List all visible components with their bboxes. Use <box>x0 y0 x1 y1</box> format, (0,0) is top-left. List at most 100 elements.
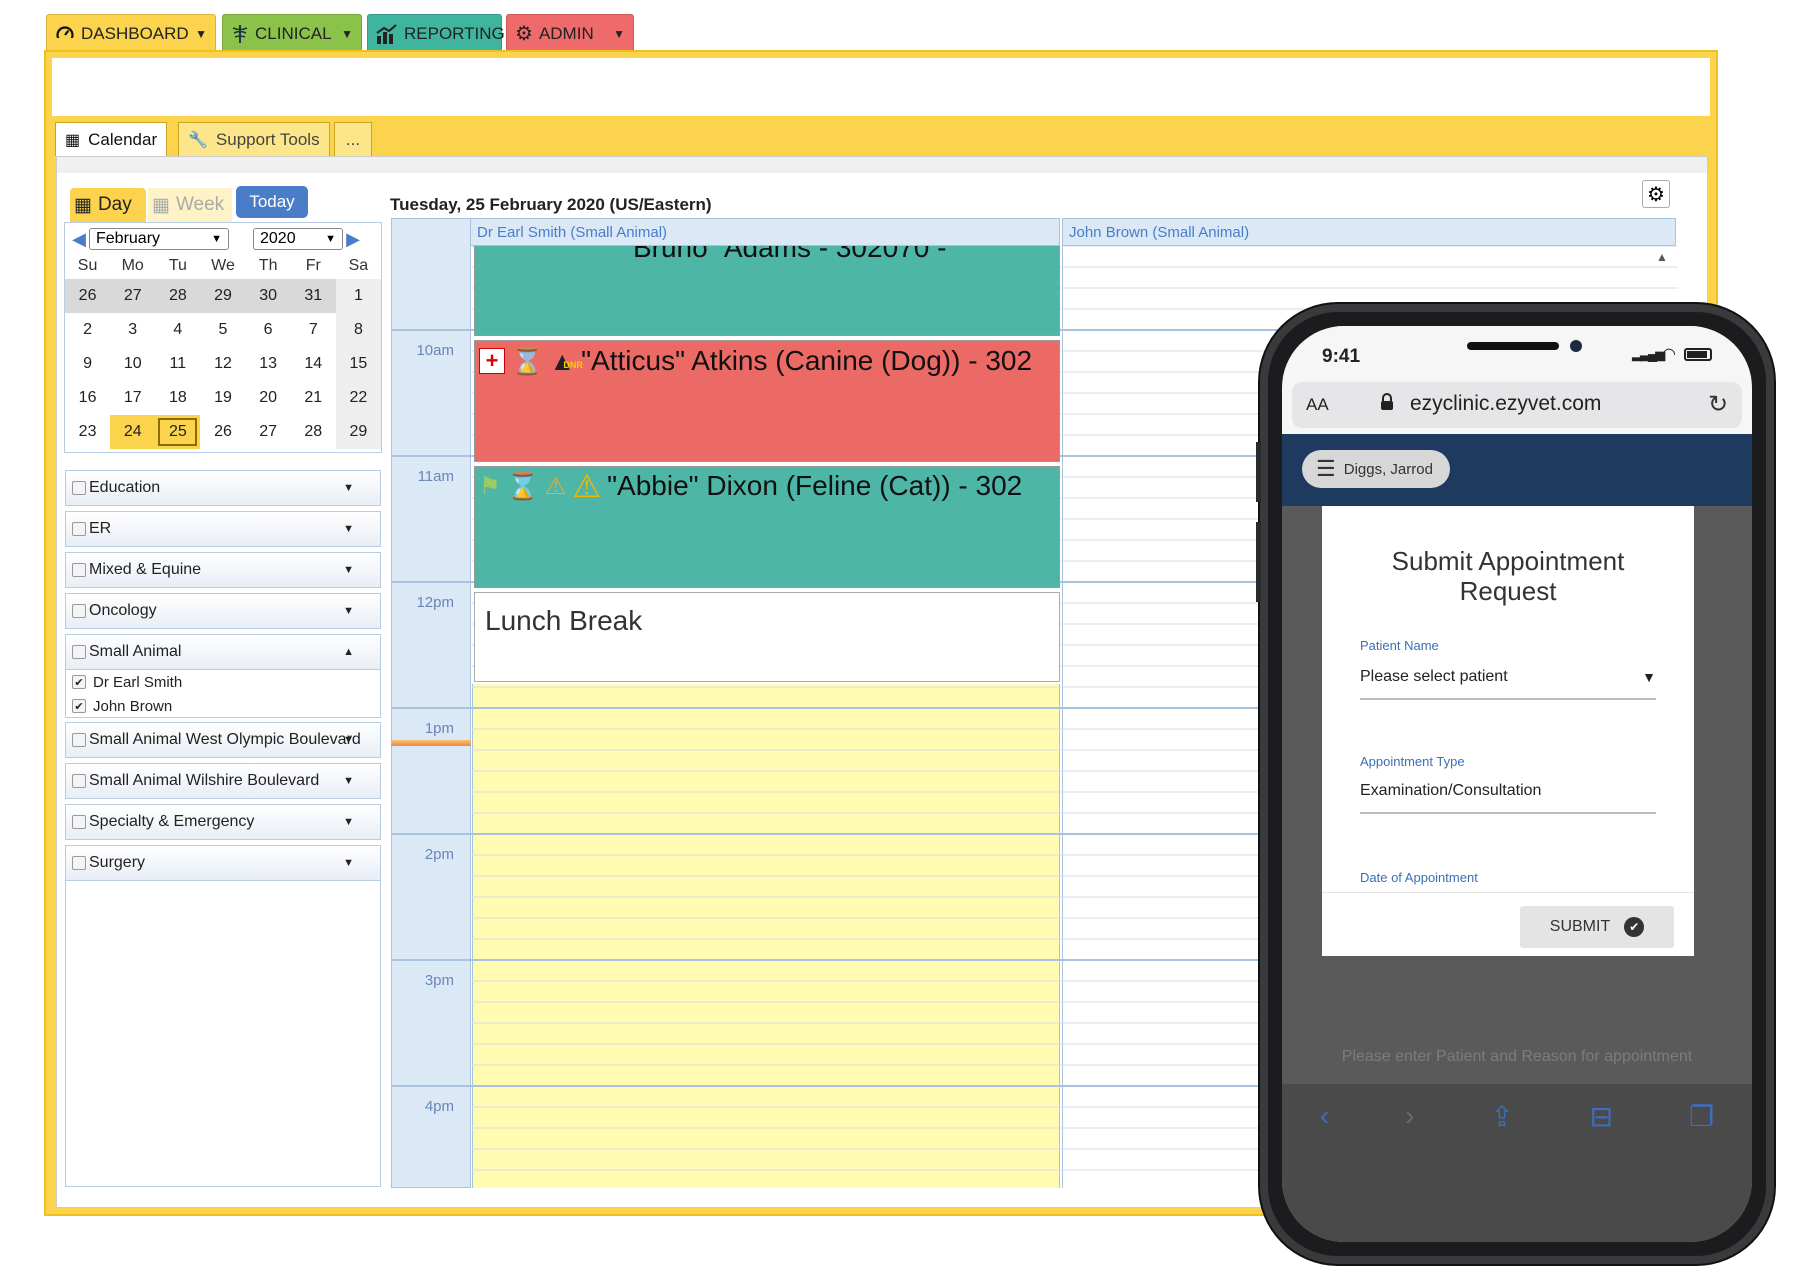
checkbox[interactable] <box>72 481 86 495</box>
calendar-day[interactable]: 27 <box>110 279 156 313</box>
chevron-down-icon[interactable]: ▼ <box>343 482 354 494</box>
share-icon[interactable]: ⇪ <box>1490 1100 1513 1133</box>
calendar-day[interactable]: 31 <box>290 279 336 313</box>
checkbox[interactable] <box>72 563 86 577</box>
calendar-day[interactable]: 29 <box>200 279 246 313</box>
calendar-day[interactable]: 15 <box>335 347 381 381</box>
tabs-icon[interactable]: ❐ <box>1689 1100 1714 1133</box>
calendar-day[interactable]: 16 <box>65 381 110 415</box>
patient-select[interactable]: Please select patient ▼ <box>1360 656 1656 700</box>
nav-tab-admin[interactable]: ⚙ ADMIN ▼ <box>506 14 634 52</box>
calendar-day[interactable]: 22 <box>335 381 381 415</box>
member-row[interactable]: ✔ Dr Earl Smith <box>66 670 380 694</box>
settings-button[interactable]: ⚙ <box>1642 180 1670 208</box>
appointment-abbie[interactable]: ⚑ ⌛ ⚠ ⚠ "Abbie" Dixon (Feline (Cat)) - 3… <box>474 466 1060 588</box>
chevron-down-icon[interactable]: ▼ <box>343 734 354 746</box>
checkbox-checked[interactable]: ✔ <box>72 699 86 713</box>
checkbox[interactable] <box>72 522 86 536</box>
calendar-day[interactable]: 28 <box>155 279 201 313</box>
calendar-day[interactable]: 6 <box>246 313 291 347</box>
reload-icon[interactable]: ↻ <box>1708 390 1728 419</box>
month-select[interactable]: February ▼ <box>89 228 229 250</box>
nav-tab-reporting[interactable]: REPORTING <box>367 14 505 52</box>
chevron-down-icon[interactable]: ▼ <box>343 857 354 869</box>
appointment-type-field[interactable]: Examination/Consultation <box>1360 770 1656 814</box>
calendar-day[interactable]: 13 <box>246 347 291 381</box>
tab-more[interactable]: ... <box>334 122 372 156</box>
calendar-day[interactable]: 19 <box>200 381 245 415</box>
calendar-day[interactable]: 1 <box>335 279 381 313</box>
calendar-day[interactable]: 10 <box>110 347 155 381</box>
group-er[interactable]: ER ▼ <box>65 511 381 547</box>
forward-icon[interactable]: › <box>1405 1100 1414 1132</box>
view-day-button[interactable]: ▦ Day <box>70 188 146 222</box>
year-select[interactable]: 2020 ▼ <box>253 228 343 250</box>
calendar-day[interactable]: 18 <box>155 381 200 415</box>
chevron-down-icon[interactable]: ▼ <box>343 523 354 535</box>
text-size-button[interactable]: AA <box>1306 395 1329 415</box>
calendar-day[interactable]: 23 <box>65 415 110 449</box>
calendar-day[interactable]: 11 <box>155 347 200 381</box>
checkbox-checked[interactable]: ✔ <box>72 675 86 689</box>
appointment-atticus[interactable]: + ⌛ ▲ DNR "Atticus" Atkins (Canine (Dog))… <box>474 340 1060 462</box>
calendar-day[interactable]: 4 <box>155 313 200 347</box>
member-row[interactable]: ✔ John Brown <box>66 694 380 718</box>
chevron-down-icon[interactable]: ▼ <box>613 27 625 41</box>
calendar-day[interactable]: 24 <box>110 415 156 449</box>
checkbox[interactable] <box>72 815 86 829</box>
chevron-down-icon[interactable]: ▼ <box>195 27 207 41</box>
appointment-bruno[interactable]: "Bruno" Adams - 302070 - <box>474 246 1060 336</box>
chevron-down-icon[interactable]: ▼ <box>341 27 353 41</box>
chevron-down-icon[interactable]: ▼ <box>343 816 354 828</box>
group-mixed-equine[interactable]: Mixed & Equine ▼ <box>65 552 381 588</box>
checkbox[interactable] <box>72 774 86 788</box>
group-small-animal[interactable]: Small Animal ▲ <box>65 634 381 670</box>
group-education[interactable]: Education ▼ <box>65 470 381 506</box>
url-bar[interactable]: AA ezyclinic.ezyvet.com ↻ <box>1292 382 1742 428</box>
appointment-lunch-break[interactable]: Lunch Break <box>474 592 1060 682</box>
calendar-day[interactable]: 7 <box>291 313 336 347</box>
group-specialty-emergency[interactable]: Specialty & Emergency ▼ <box>65 804 381 840</box>
tab-support-tools[interactable]: 🔧 Support Tools <box>178 122 330 156</box>
calendar-day[interactable]: 17 <box>110 381 155 415</box>
checkbox[interactable] <box>72 604 86 618</box>
calendar-day[interactable]: 14 <box>291 347 336 381</box>
tab-calendar[interactable]: ▦ Calendar <box>55 122 168 156</box>
chevron-down-icon[interactable]: ▼ <box>343 775 354 787</box>
calendar-day[interactable]: 27 <box>246 415 291 449</box>
group-small-animal-wilshire[interactable]: Small Animal Wilshire Boulevard ▼ <box>65 763 381 799</box>
next-month-icon[interactable]: ▶ <box>343 229 363 250</box>
checkbox[interactable] <box>72 645 86 659</box>
calendar-day[interactable]: 28 <box>291 415 336 449</box>
calendar-day[interactable]: 26 <box>200 415 245 449</box>
calendar-day[interactable]: 30 <box>245 279 291 313</box>
calendar-day[interactable]: 9 <box>65 347 110 381</box>
calendar-day[interactable]: 20 <box>246 381 291 415</box>
group-surgery[interactable]: Surgery ▼ <box>65 845 381 881</box>
nav-tab-clinical[interactable]: CLINICAL ▼ <box>222 14 362 52</box>
view-week-button[interactable]: ▦ Week <box>148 188 232 222</box>
chevron-down-icon[interactable]: ▼ <box>343 605 354 617</box>
calendar-day[interactable]: 5 <box>200 313 245 347</box>
calendar-day[interactable]: 26 <box>65 279 111 313</box>
calendar-day[interactable]: 12 <box>200 347 245 381</box>
calendar-day[interactable]: 29 <box>335 415 381 449</box>
group-oncology[interactable]: Oncology ▼ <box>65 593 381 629</box>
calendar-day[interactable]: 2 <box>65 313 110 347</box>
submit-button[interactable]: SUBMIT ✔ <box>1520 906 1674 948</box>
prev-month-icon[interactable]: ◀ <box>69 229 89 250</box>
group-small-animal-west-olympic[interactable]: Small Animal West Olympic Boulevard ▼ <box>65 722 381 758</box>
chevron-down-icon[interactable]: ▼ <box>343 564 354 576</box>
chevron-up-icon[interactable]: ▲ <box>343 646 354 658</box>
back-icon[interactable]: ‹ <box>1320 1100 1329 1132</box>
bookmarks-icon[interactable]: ⊟ <box>1590 1100 1613 1133</box>
calendar-day[interactable]: 8 <box>335 313 381 347</box>
checkbox[interactable] <box>72 856 86 870</box>
checkbox[interactable] <box>72 733 86 747</box>
calendar-day[interactable]: 3 <box>110 313 155 347</box>
user-menu-button[interactable]: ☰ Diggs, Jarrod <box>1302 450 1450 488</box>
calendar-day[interactable]: 21 <box>291 381 336 415</box>
today-button[interactable]: Today <box>236 186 308 218</box>
calendar-day[interactable]: 25 <box>155 415 201 449</box>
nav-tab-dashboard[interactable]: DASHBOARD ▼ <box>46 14 216 52</box>
